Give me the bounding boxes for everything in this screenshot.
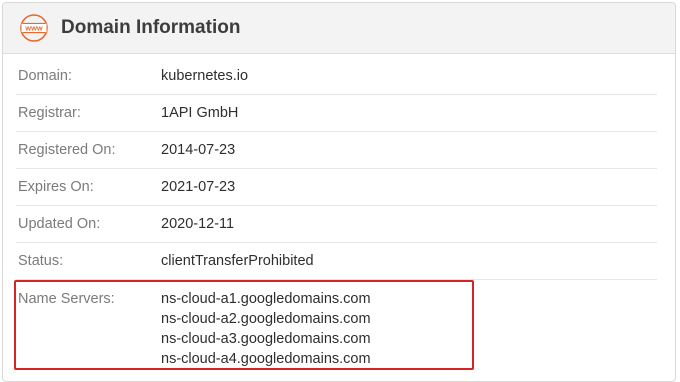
svg-text:www: www: [24, 24, 43, 33]
card-title: Domain Information: [61, 17, 241, 38]
www-globe-icon: www: [19, 13, 49, 43]
domain-info-table: Domain: kubernetes.io Registrar: 1API Gm…: [16, 58, 657, 369]
name-servers-label: Name Servers:: [18, 291, 115, 307]
updated-on-value: 2020-12-11: [161, 216, 235, 232]
name-server-4: ns-cloud-a4.googledomains.com: [161, 351, 371, 367]
row-name-servers: Name Servers: ns-cloud-a1.googledomains.…: [16, 280, 657, 369]
row-expires-on: Expires On: 2021-07-23: [16, 169, 657, 206]
status-label: Status:: [18, 253, 64, 269]
name-server-2: ns-cloud-a2.googledomains.com: [161, 311, 371, 327]
row-registrar: Registrar: 1API GmbH: [16, 95, 657, 132]
row-updated-on: Updated On: 2020-12-11: [16, 206, 657, 243]
name-server-3: ns-cloud-a3.googledomains.com: [161, 331, 371, 347]
updated-on-label: Updated On:: [18, 216, 101, 232]
row-status: Status: clientTransferProhibited: [16, 243, 657, 280]
expires-on-value: 2021-07-23: [161, 179, 236, 195]
row-registered-on: Registered On: 2014-07-23: [16, 132, 657, 169]
domain-information-card: www Domain Information Domain: kubernete…: [2, 2, 676, 382]
domain-value: kubernetes.io: [161, 68, 249, 84]
name-server-1: ns-cloud-a1.googledomains.com: [161, 291, 371, 307]
registrar-value: 1API GmbH: [161, 105, 239, 121]
name-servers-list: ns-cloud-a1.googledomains.com ns-cloud-a…: [161, 289, 371, 369]
row-domain: Domain: kubernetes.io: [16, 58, 657, 95]
domain-label: Domain:: [18, 68, 72, 84]
expires-on-label: Expires On:: [18, 179, 94, 195]
registered-on-value: 2014-07-23: [161, 142, 236, 158]
registrar-label: Registrar:: [18, 105, 81, 121]
card-header: www Domain Information: [3, 3, 675, 54]
status-value: clientTransferProhibited: [161, 253, 314, 269]
registered-on-label: Registered On:: [18, 142, 116, 158]
